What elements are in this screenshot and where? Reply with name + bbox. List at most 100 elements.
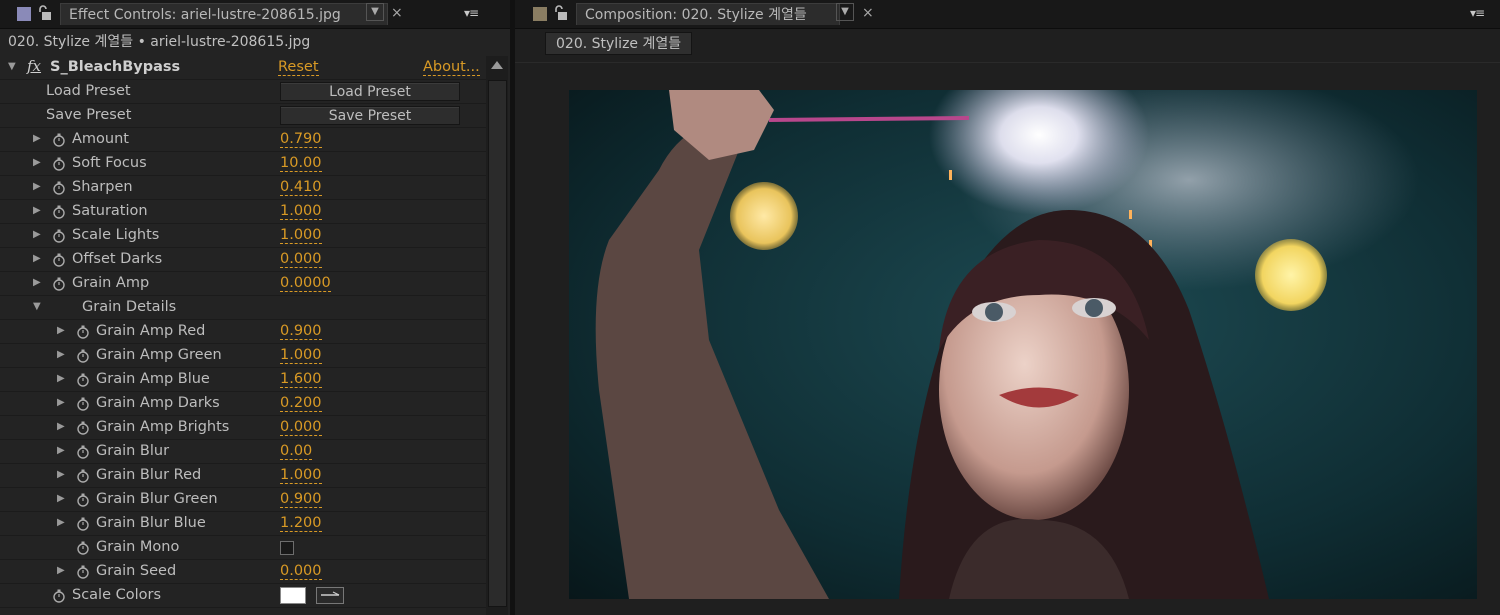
param-label: Soft Focus bbox=[72, 155, 147, 171]
param-value-grain-amp[interactable]: 0.0000 bbox=[280, 275, 331, 292]
param-row-grain-blur: ▶ Grain Blur 0.00 bbox=[0, 440, 486, 464]
composition-tabbar: Composition: 020. Stylize 계열들 ▼ × ▾≡ bbox=[515, 0, 1500, 29]
twirl-right-icon[interactable]: ▶ bbox=[57, 564, 65, 578]
divider bbox=[515, 62, 1500, 63]
stopwatch-icon[interactable] bbox=[52, 253, 66, 267]
twirl-right-icon[interactable]: ▶ bbox=[33, 180, 41, 194]
twirl-right-icon[interactable]: ▶ bbox=[33, 252, 41, 266]
param-value-grain-blur[interactable]: 0.00 bbox=[280, 443, 313, 460]
stopwatch-icon[interactable] bbox=[52, 589, 66, 603]
twirl-right-icon[interactable]: ▶ bbox=[57, 516, 65, 530]
load-preset-button[interactable]: Load Preset bbox=[280, 82, 460, 101]
param-value-grain-blur-blue[interactable]: 1.200 bbox=[280, 515, 322, 532]
lock-icon[interactable] bbox=[37, 5, 51, 21]
vertical-scrollbar[interactable] bbox=[486, 56, 508, 615]
twirl-right-icon[interactable]: ▶ bbox=[57, 444, 65, 458]
stopwatch-icon[interactable] bbox=[52, 277, 66, 291]
twirl-right-icon[interactable]: ▶ bbox=[33, 276, 41, 290]
load-preset-label: Load Preset bbox=[46, 83, 131, 99]
lock-icon[interactable] bbox=[553, 5, 567, 21]
twirl-right-icon[interactable]: ▶ bbox=[33, 204, 41, 218]
panel-menu-icon[interactable]: ▾≡ bbox=[464, 4, 479, 22]
stopwatch-icon[interactable] bbox=[76, 349, 90, 363]
effect-controls-tabbar: Effect Controls: ariel-lustre-208615.jpg… bbox=[0, 0, 510, 29]
param-value-scale-lights[interactable]: 1.000 bbox=[280, 227, 322, 244]
panel-menu-icon[interactable]: ▾≡ bbox=[1470, 4, 1485, 22]
stopwatch-icon[interactable] bbox=[52, 205, 66, 219]
param-value-grain-blur-green[interactable]: 0.900 bbox=[280, 491, 322, 508]
stopwatch-icon[interactable] bbox=[76, 517, 90, 531]
close-tab-button[interactable]: × bbox=[391, 4, 403, 22]
twirl-right-icon[interactable]: ▶ bbox=[33, 156, 41, 170]
param-label: Grain Amp Brights bbox=[96, 419, 230, 435]
stopwatch-icon[interactable] bbox=[76, 565, 90, 579]
stopwatch-icon[interactable] bbox=[76, 445, 90, 459]
stopwatch-icon[interactable] bbox=[52, 229, 66, 243]
twirl-right-icon[interactable]: ▶ bbox=[57, 324, 65, 338]
param-value-soft-focus[interactable]: 10.00 bbox=[280, 155, 322, 172]
stopwatch-icon[interactable] bbox=[76, 493, 90, 507]
twirl-right-icon[interactable]: ▶ bbox=[57, 492, 65, 506]
param-row-grain-amp-brights: ▶ Grain Amp Brights 0.000 bbox=[0, 416, 486, 440]
twirl-down-icon[interactable]: ▼ bbox=[8, 60, 16, 74]
twirl-right-icon[interactable]: ▶ bbox=[33, 132, 41, 146]
param-value-amount[interactable]: 0.790 bbox=[280, 131, 322, 148]
param-label: Grain Blur Blue bbox=[96, 515, 206, 531]
scale-colors-swatch[interactable] bbox=[280, 587, 306, 604]
twirl-right-icon[interactable]: ▶ bbox=[33, 228, 41, 242]
param-value-grain-amp-red[interactable]: 0.900 bbox=[280, 323, 322, 340]
reset-link[interactable]: Reset bbox=[278, 59, 319, 76]
param-value-sharpen[interactable]: 0.410 bbox=[280, 179, 322, 196]
effect-controls-subtitle: 020. Stylize 계열들 • ariel-lustre-208615.j… bbox=[8, 34, 311, 50]
composition-name-tab[interactable]: 020. Stylize 계열들 bbox=[545, 32, 693, 55]
tab-composition[interactable]: Composition: 020. Stylize 계열들 bbox=[576, 3, 840, 25]
param-label: Grain Amp Red bbox=[96, 323, 206, 339]
close-tab-button[interactable]: × bbox=[862, 4, 874, 22]
stopwatch-icon[interactable] bbox=[52, 181, 66, 195]
group-row-grain-details[interactable]: ▼ Grain Details bbox=[0, 296, 486, 320]
tab-dropdown-button[interactable]: ▼ bbox=[836, 3, 854, 21]
stopwatch-icon[interactable] bbox=[76, 373, 90, 387]
scroll-up-arrow-icon[interactable] bbox=[491, 61, 503, 69]
grain-mono-checkbox[interactable] bbox=[280, 541, 294, 555]
stopwatch-icon[interactable] bbox=[52, 157, 66, 171]
stopwatch-icon[interactable] bbox=[76, 397, 90, 411]
stopwatch-icon[interactable] bbox=[76, 325, 90, 339]
param-row-offset-darks: ▶ Offset Darks 0.000 bbox=[0, 248, 486, 272]
param-label: Sharpen bbox=[72, 179, 133, 195]
scrollbar-thumb[interactable] bbox=[488, 80, 507, 607]
param-label: Grain Blur bbox=[96, 443, 170, 459]
stopwatch-icon[interactable] bbox=[76, 469, 90, 483]
twirl-right-icon[interactable]: ▶ bbox=[57, 468, 65, 482]
param-value-grain-amp-brights[interactable]: 0.000 bbox=[280, 419, 322, 436]
param-value-grain-seed[interactable]: 0.000 bbox=[280, 563, 322, 580]
about-link[interactable]: About... bbox=[423, 59, 480, 76]
param-value-grain-amp-darks[interactable]: 0.200 bbox=[280, 395, 322, 412]
stopwatch-icon[interactable] bbox=[76, 541, 90, 555]
param-value-offset-darks[interactable]: 0.000 bbox=[280, 251, 322, 268]
twirl-right-icon[interactable]: ▶ bbox=[57, 396, 65, 410]
panel-color-swatch bbox=[533, 7, 547, 21]
stopwatch-icon[interactable] bbox=[52, 133, 66, 147]
param-value-grain-blur-red[interactable]: 1.000 bbox=[280, 467, 322, 484]
param-value-grain-amp-blue[interactable]: 1.600 bbox=[280, 371, 322, 388]
save-preset-button[interactable]: Save Preset bbox=[280, 106, 460, 125]
stopwatch-icon[interactable] bbox=[76, 421, 90, 435]
composition-viewer[interactable] bbox=[569, 90, 1477, 599]
tab-dropdown-button[interactable]: ▼ bbox=[366, 3, 384, 21]
param-row-grain-seed: ▶ Grain Seed 0.000 bbox=[0, 560, 486, 584]
param-row-amount: ▶ Amount 0.790 bbox=[0, 128, 486, 152]
twirl-right-icon[interactable]: ▶ bbox=[57, 420, 65, 434]
twirl-right-icon[interactable]: ▶ bbox=[57, 348, 65, 362]
param-label: Grain Seed bbox=[96, 563, 177, 579]
twirl-down-icon[interactable]: ▼ bbox=[33, 300, 41, 314]
param-row-scale-lights: ▶ Scale Lights 1.000 bbox=[0, 224, 486, 248]
param-value-saturation[interactable]: 1.000 bbox=[280, 203, 322, 220]
param-value-grain-amp-green[interactable]: 1.000 bbox=[280, 347, 322, 364]
effect-header-row[interactable]: ▼ fx S_BleachBypass Reset About... bbox=[0, 56, 486, 80]
twirl-right-icon[interactable]: ▶ bbox=[57, 372, 65, 386]
fx-icon[interactable]: fx bbox=[27, 57, 41, 75]
tab-effect-controls[interactable]: Effect Controls: ariel-lustre-208615.jpg bbox=[60, 3, 388, 25]
param-row-saturation: ▶ Saturation 1.000 bbox=[0, 200, 486, 224]
eyedropper-icon[interactable] bbox=[316, 587, 344, 604]
